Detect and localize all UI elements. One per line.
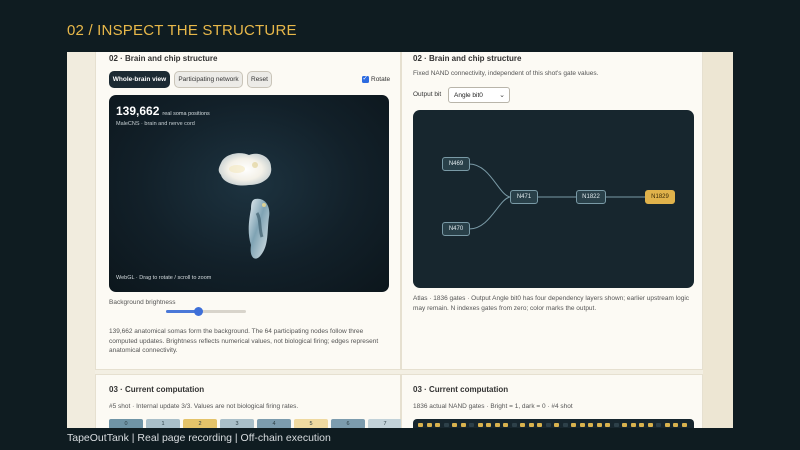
page-gutter-right [703,52,733,428]
register-cell: 1 [146,419,180,428]
graph-node-n1829-output[interactable]: N1829 [645,190,675,204]
gate-bit [639,423,644,427]
gate-bit [511,423,517,427]
gate-bit [605,423,610,427]
graph-node-n1822[interactable]: N1822 [576,190,606,204]
gate-bit [554,423,559,427]
reset-button[interactable]: Reset [247,71,272,88]
card-heading: 03 · Current computation [109,385,205,394]
card-heading: 02 · Brain and chip structure [413,54,522,63]
register-cell: 7 [368,419,402,428]
gate-bit [460,423,466,427]
gate-bit-strip [413,419,694,428]
register-cell: 3 [220,419,254,428]
webgl-hint: WebGL · Drag to rotate / scroll to zoom [116,275,212,281]
gate-bit [520,423,525,427]
output-bit-value: Angle bit0 [454,91,483,99]
gate-bit [681,423,687,427]
chip-structure-card: 02 · Brain and chip structure Fixed NAND… [401,52,703,370]
gate-bit [494,423,500,427]
gate-bit [579,423,585,427]
register-cell: 4 [257,419,291,428]
brain-description: 139,662 anatomical somas form the backgr… [109,328,379,354]
brightness-label: Background brightness [109,299,176,306]
gate-bit [656,423,661,427]
participating-network-button[interactable]: Participating network [174,71,243,88]
rotate-checkbox[interactable] [362,74,369,83]
gate-bit [647,423,653,427]
whole-brain-view-button[interactable]: Whole-brain view [109,71,170,88]
gate-bit [469,423,474,427]
gate-bit [426,423,432,427]
computation-card-left: 03 · Current computation #5 shot · Inter… [95,374,402,428]
output-bit-select[interactable]: Angle bit0 ⌄ [448,87,510,103]
footer: TapeOutTank | Real page recording | Off-… [67,432,331,444]
gate-bit [613,423,619,427]
gate-bit [486,423,491,427]
gate-bit [418,423,423,427]
gate-bit [452,423,457,427]
register-cell: 2 [183,419,217,428]
output-bit-label: Output bit [413,91,442,98]
chevron-down-icon: ⌄ [499,92,505,99]
card-subtitle: Fixed NAND connectivity, independent of … [413,70,599,77]
gate-bit [664,423,670,427]
computation-subtitle: #5 shot · Internal update 3/3. Values ar… [109,403,299,410]
gate-bit [588,423,593,427]
computation-card-right: 03 · Current computation 1836 actual NAN… [401,374,703,428]
gate-bit [630,423,636,427]
gate-bit [477,423,483,427]
gate-bit [545,423,551,427]
register-cell: 6 [331,419,365,428]
gate-bit [503,423,508,427]
page-recording: 02 · Brain and chip structure Whole-brai… [67,52,733,428]
gate-bit [528,423,534,427]
brightness-slider[interactable] [166,307,246,316]
gate-bit [673,423,678,427]
brain-structure-card: 02 · Brain and chip structure Whole-brai… [95,52,401,370]
gate-bit [596,423,602,427]
graph-node-n469[interactable]: N469 [442,157,470,171]
gate-bit [443,423,449,427]
brain-point-cloud [218,153,272,259]
graph-node-n471[interactable]: N471 [510,190,538,204]
gate-bit [562,423,568,427]
computation-subtitle: 1836 actual NAND gates · Bright = 1, dar… [413,403,573,410]
rotate-label: Rotate [371,76,391,83]
gate-bit [537,423,542,427]
gate-bit [571,423,576,427]
slide-title: 02 / INSPECT THE STRUCTURE [67,22,297,39]
graph-caption: Atlas · 1836 gates · Output Angle bit0 h… [413,295,690,312]
page-gutter-left [67,52,95,428]
brightness-slider-knob[interactable] [194,307,203,316]
gate-bit [435,423,440,427]
gate-bit [622,423,627,427]
register-cell: 5 [294,419,328,428]
card-heading: 02 · Brain and chip structure [109,54,218,63]
graph-node-n470[interactable]: N470 [442,222,470,236]
card-heading: 03 · Current computation [413,385,509,394]
register-cell: 0 [109,419,143,428]
nand-graph-panel: N469 N470 N471 N1822 N1829 [413,110,694,288]
brain-3d-viewport[interactable]: 139,662 real soma positions MaleCNS · br… [109,95,389,292]
